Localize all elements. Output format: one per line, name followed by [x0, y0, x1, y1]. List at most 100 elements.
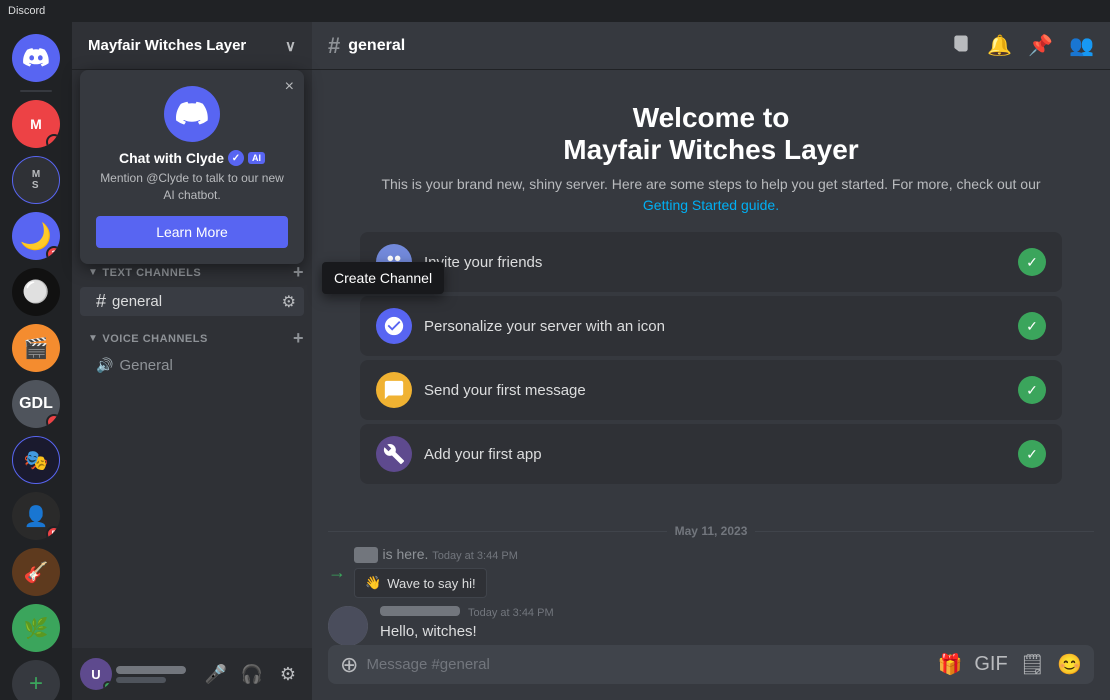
- voice-channel-general[interactable]: 🔊 General: [80, 353, 304, 378]
- checklist-message-check: ✓: [1018, 376, 1046, 404]
- channels-list: ▼ TEXT CHANNELS + # general ⚙: [72, 250, 312, 648]
- checklist-app-icon: [376, 436, 412, 472]
- message-avatar-1: [328, 606, 368, 645]
- tooltip-text: Create Channel: [334, 270, 432, 286]
- emoji-icon[interactable]: 😊: [1057, 652, 1082, 677]
- checklist-app-text: Add your first app: [424, 446, 1006, 463]
- notification-bell-icon[interactable]: 🔔: [987, 33, 1012, 58]
- clyde-avatar: [164, 86, 220, 142]
- text-channels-section: ▼ TEXT CHANNELS + # general ⚙: [72, 258, 312, 316]
- checklist-message-icon: [376, 372, 412, 408]
- voice-channels-section: ▼ VOICE CHANNELS + 🔊 General: [72, 324, 312, 378]
- user-settings-button[interactable]: ⚙: [272, 658, 304, 690]
- channel-sidebar: Mayfair Witches Layer ∨ × Chat with Clyd…: [72, 22, 312, 700]
- verified-icon: ✓: [228, 150, 244, 166]
- checklist: Invite your friends ✓ Personalize your s…: [360, 232, 1062, 484]
- checklist-personalize-icon: [376, 308, 412, 344]
- server-header[interactable]: Mayfair Witches Layer ∨: [72, 22, 312, 70]
- add-voice-channel-button[interactable]: +: [293, 328, 304, 349]
- user-area: U 🎤 🎧 ⚙: [72, 648, 312, 700]
- system-join-message: → is here. Today at 3:44 PM 👋 Wave to sa…: [328, 546, 1094, 598]
- date-text: May 11, 2023: [667, 524, 756, 538]
- message-content-1: Today at 3:44 PM Hello, witches!: [380, 606, 1094, 642]
- checklist-personalize-text: Personalize your server with an icon: [424, 318, 1006, 335]
- getting-started-link[interactable]: Getting Started guide.: [643, 197, 779, 213]
- headset-button[interactable]: 🎧: [236, 658, 268, 690]
- message-header-1: Today at 3:44 PM: [380, 606, 1094, 619]
- hash-icon: #: [96, 291, 106, 312]
- close-icon[interactable]: ×: [285, 78, 294, 96]
- server-icon-5[interactable]: 🎬: [12, 324, 60, 372]
- settings-icon[interactable]: ⚙: [282, 292, 296, 312]
- app-layout: M MS 🌙 3 ⚪ 🎬 GDL 🎭 👤 5 🎸: [0, 22, 1110, 700]
- server-icon-8[interactable]: 👤 5: [12, 492, 60, 540]
- main-content: # general 🔔 📌 👥 Welcome toMayfair Witche…: [312, 22, 1110, 700]
- section-arrow-voice-icon: ▼: [88, 333, 98, 344]
- welcome-title: Welcome toMayfair Witches Layer: [360, 102, 1062, 166]
- chevron-down-icon: ∨: [285, 37, 296, 55]
- server-icon-1[interactable]: M: [12, 100, 60, 148]
- checklist-item-message[interactable]: Send your first message ✓: [360, 360, 1062, 420]
- system-text: is here.: [382, 546, 432, 562]
- channel-header: # general 🔔 📌 👥: [312, 22, 1110, 70]
- message-input[interactable]: [366, 645, 929, 684]
- user-name-blur: [116, 666, 186, 674]
- create-channel-tooltip: Create Channel: [322, 262, 444, 294]
- gif-icon[interactable]: GIF: [974, 653, 1007, 676]
- server-icon-4[interactable]: ⚪: [12, 268, 60, 316]
- wave-emoji: 👋: [365, 575, 381, 591]
- badge-3: 3: [46, 246, 60, 260]
- voice-channels-label: VOICE CHANNELS: [102, 333, 207, 345]
- server-icon-7[interactable]: 🎭: [12, 436, 60, 484]
- discord-home-button[interactable]: [12, 34, 60, 82]
- message-input-wrapper: ⊕ 🎁 GIF 🗒 😊: [328, 645, 1094, 684]
- checklist-invite-check: ✓: [1018, 248, 1046, 276]
- server-icon-6[interactable]: GDL: [12, 380, 60, 428]
- channel-hash-icon: #: [328, 33, 340, 59]
- app-title: Discord: [8, 5, 45, 17]
- messages-area[interactable]: Welcome toMayfair Witches Layer This is …: [312, 70, 1110, 645]
- server-icon-9[interactable]: 🎸: [12, 548, 60, 596]
- join-icon: →: [328, 562, 346, 583]
- learn-more-button[interactable]: Learn More: [96, 216, 288, 248]
- members-icon[interactable]: 👥: [1069, 33, 1094, 58]
- welcome-subtitle: This is your brand new, shiny server. He…: [360, 174, 1062, 216]
- server-icon-2[interactable]: MS: [12, 156, 60, 204]
- checklist-item-invite[interactable]: Invite your friends ✓: [360, 232, 1062, 292]
- channel-item-general[interactable]: # general ⚙: [80, 287, 304, 316]
- blurred-username: [354, 547, 378, 563]
- user-controls: 🎤 🎧 ⚙: [200, 658, 304, 690]
- welcome-section: Welcome toMayfair Witches Layer This is …: [328, 86, 1094, 508]
- add-channel-icon[interactable]: [951, 33, 971, 59]
- add-server-button[interactable]: +: [12, 660, 60, 700]
- microphone-button[interactable]: 🎤: [200, 658, 232, 690]
- wave-label: Wave to say hi!: [387, 576, 475, 591]
- author-blur: [380, 606, 460, 616]
- date-separator: May 11, 2023: [328, 524, 1094, 538]
- wave-button[interactable]: 👋 Wave to say hi!: [354, 568, 487, 598]
- server-sidebar: M MS 🌙 3 ⚪ 🎬 GDL 🎭 👤 5 🎸: [0, 22, 72, 700]
- add-file-button[interactable]: ⊕: [340, 652, 358, 678]
- sticker-icon[interactable]: 🗒: [1020, 652, 1045, 677]
- voice-channel-name: General: [119, 357, 172, 374]
- badge-8: 5: [46, 526, 60, 540]
- server-icon-10[interactable]: 🌿: [12, 604, 60, 652]
- gift-icon[interactable]: 🎁: [937, 652, 962, 677]
- add-text-channel-button[interactable]: +: [293, 262, 304, 283]
- server-icon-3[interactable]: 🌙 3: [12, 212, 60, 260]
- chat-message-1: Today at 3:44 PM Hello, witches!: [328, 606, 1094, 645]
- text-channels-label: TEXT CHANNELS: [102, 267, 201, 279]
- checklist-item-personalize[interactable]: Personalize your server with an icon ✓: [360, 296, 1062, 356]
- user-info: [116, 666, 196, 683]
- checklist-item-app[interactable]: Add your first app ✓: [360, 424, 1062, 484]
- voice-channels-header[interactable]: ▼ VOICE CHANNELS +: [72, 324, 312, 353]
- section-arrow-icon: ▼: [88, 267, 98, 278]
- server-divider: [20, 90, 52, 92]
- message-text-1: Hello, witches!: [380, 621, 1094, 642]
- ai-badge: AI: [248, 152, 265, 164]
- pin-icon[interactable]: 📌: [1028, 33, 1053, 58]
- clyde-popup: × Chat with Clyde ✓ AI Mention @Clyde to…: [80, 70, 304, 264]
- header-icons: 🔔 📌 👥: [951, 33, 1094, 59]
- title-bar: Discord: [0, 0, 1110, 22]
- input-actions: 🎁 GIF 🗒 😊: [937, 652, 1082, 677]
